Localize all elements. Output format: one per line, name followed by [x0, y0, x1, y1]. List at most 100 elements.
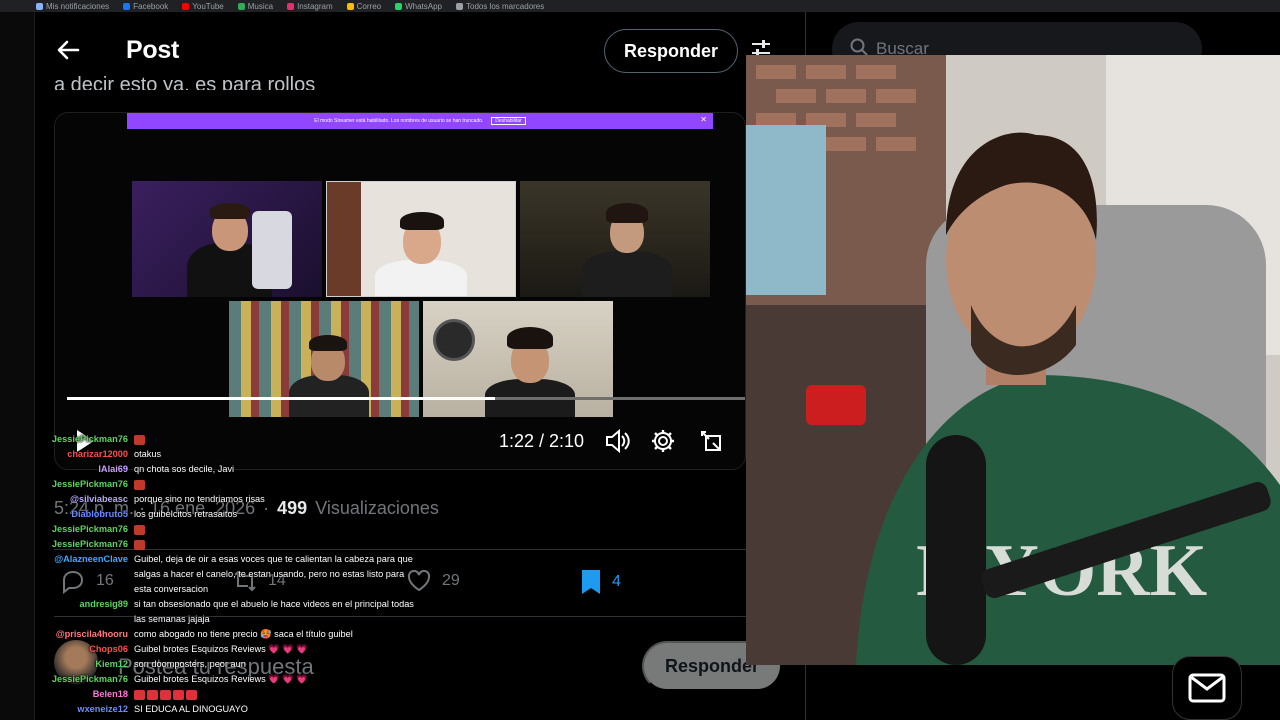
bookmark-favicon-icon	[346, 2, 354, 10]
chat-username: Diablobruto5	[71, 509, 128, 519]
chat-emote-icon	[186, 689, 197, 700]
bookmark-item[interactable]: Instagram	[287, 2, 333, 11]
bookmark-count: 4	[612, 573, 621, 590]
chat-message: @AlazneenClave Guibel, deja de oir a esas…	[40, 552, 420, 597]
bookmark-item[interactable]: Todos los marcadores	[456, 2, 544, 11]
chat-message: andresig89 si tan obsesionado que el abue…	[40, 597, 420, 627]
chat-message: Chops06 Guibel brotes Esquizos Reviews 💗 …	[40, 642, 420, 657]
chat-text: Guibel brotes Esquizos Reviews 💗 💗 💗	[134, 644, 308, 654]
chat-text: qn chota sos decile, Javi	[134, 464, 235, 474]
chat-username: charizar12000	[67, 449, 128, 459]
chat-message: JessiePickman76	[40, 477, 420, 492]
bookmarks-bar: Mis notificaciones Facebook YouTube Musica I…	[0, 0, 1280, 12]
page-title: Post	[126, 36, 179, 64]
streamer-webcam: N YORK	[746, 55, 1280, 665]
video-player[interactable]: El modo Streamer está habilitado. Los no…	[54, 112, 746, 470]
stream-chat-overlay: JessiePickman76 charizar12000 otakus lAlai6…	[40, 432, 420, 717]
chat-message: JessiePickman76	[40, 537, 420, 552]
video-cam-1	[132, 181, 322, 297]
chat-message: lAlai69 qn chota sos decile, Javi	[40, 462, 420, 477]
bookmark-item[interactable]: Musica	[237, 1, 274, 11]
chat-text	[134, 522, 420, 537]
bookmark-label: Facebook	[133, 1, 169, 11]
chat-username: Kiem12	[95, 659, 128, 669]
streamer-mode-banner: El modo Streamer está habilitado. Los no…	[127, 113, 713, 129]
chat-username: Belen18	[92, 689, 128, 699]
chat-text	[134, 687, 420, 702]
chat-message: @silviabeasc porque sino no tendriamos ri…	[40, 492, 420, 507]
mail-icon	[1188, 673, 1226, 703]
chat-emote-icon	[173, 689, 184, 700]
chat-username: JessiePickman76	[51, 479, 128, 489]
chat-text: SI EDUCA AL DINOGUAYO	[134, 704, 248, 714]
bookmark-favicon-icon	[395, 2, 403, 10]
messages-button[interactable]	[1172, 656, 1242, 720]
chat-emote-icon	[134, 434, 145, 445]
bookmark-label: Musica	[247, 1, 274, 11]
bookmark-favicon-icon	[287, 2, 295, 10]
chat-text: si tan obsesionado que el abuelo le hace…	[134, 599, 414, 624]
chat-username: wxeneize12	[77, 704, 128, 714]
chat-text: otakus	[134, 449, 162, 459]
bookmark-item[interactable]: WhatsApp	[395, 2, 442, 11]
chat-text: Guibel, deja de oir a esas voces que te …	[134, 554, 413, 594]
video-cam-3	[520, 181, 710, 297]
chat-text	[134, 537, 420, 552]
bookmark-label: Todos los marcadores	[466, 1, 545, 11]
chat-message: wxeneize12 SI EDUCA AL DINOGUAYO	[40, 702, 420, 717]
volume-icon[interactable]	[603, 427, 631, 455]
chat-message: JessiePickman76	[40, 522, 420, 537]
chat-message: Diablobruto5 los guibelcitos retrasaitos	[40, 507, 420, 522]
fullscreen-icon[interactable]	[697, 427, 725, 455]
settings-gear-icon[interactable]	[649, 427, 677, 455]
chat-message: JessiePickman76	[40, 432, 420, 447]
chat-username: andresig89	[79, 599, 128, 609]
video-progress-bar[interactable]	[67, 397, 745, 400]
bookmark-item[interactable]: Mis notificaciones	[36, 2, 109, 11]
chat-message: Belen18	[40, 687, 420, 702]
chat-emote-icon	[134, 479, 145, 490]
video-time: 1:22 / 2:10	[499, 431, 585, 451]
bookmark-action[interactable]: 4	[580, 568, 621, 596]
streamer-mode-text: El modo Streamer está habilitado. Los no…	[314, 118, 484, 124]
disable-streamer-mode-button[interactable]: Deshabilitar	[491, 117, 526, 125]
reply-button-top[interactable]: Responder	[604, 29, 738, 73]
chat-message: charizar12000 otakus	[40, 447, 420, 462]
chat-message: JessiePickman76 Guibel brotes Esquizos Re…	[40, 672, 420, 687]
bookmark-item[interactable]: Correo	[346, 1, 382, 11]
close-icon[interactable]: ✕	[700, 115, 707, 124]
bookmark-favicon-icon	[456, 2, 463, 10]
chat-username: @AlazneenClave	[54, 554, 128, 564]
chat-text: porque sino no tendriamos risas	[134, 494, 265, 504]
chat-username: @silviabeasc	[70, 494, 128, 504]
bookmark-label: YouTube	[192, 1, 224, 11]
chat-text: los guibelcitos retrasaitos	[134, 509, 238, 519]
chat-username: JessiePickman76	[51, 674, 128, 684]
back-arrow-icon[interactable]	[52, 34, 84, 66]
chat-username: JessiePickman76	[51, 524, 128, 534]
chat-message: @priscila4hooru como abogado no tiene pre…	[40, 627, 420, 642]
bookmark-item[interactable]: YouTube	[182, 1, 224, 11]
like-count: 29	[442, 572, 460, 589]
bookmark-label: WhatsApp	[405, 1, 442, 11]
left-sidebar	[0, 12, 34, 720]
bookmark-favicon-icon	[123, 2, 131, 10]
chat-username: JessiePickman76	[51, 539, 128, 549]
bookmark-item[interactable]: Facebook	[123, 2, 168, 11]
chat-emote-icon	[134, 539, 145, 550]
bookmark-label: Instagram	[297, 1, 333, 11]
bookmark-icon	[582, 570, 600, 594]
post-text-fragment: a decir esto ya, es para rollos	[54, 74, 316, 90]
chat-emote-icon	[134, 524, 145, 535]
chat-message: Kiem12 son doomposters, peor aun	[40, 657, 420, 672]
bookmark-favicon-icon	[36, 2, 43, 10]
chat-text: Guibel brotes Esquizos Reviews 💗 💗 💗	[134, 674, 308, 684]
bookmark-label: Mis notificaciones	[46, 1, 110, 11]
chat-emote-icon	[160, 689, 171, 700]
chat-text	[134, 432, 420, 447]
video-progress-fill	[67, 397, 496, 400]
chat-username: Chops06	[89, 644, 128, 654]
chat-text: son doomposters, peor aun	[134, 659, 246, 669]
bookmark-label: Correo	[356, 1, 382, 11]
bookmark-favicon-icon	[182, 2, 190, 10]
